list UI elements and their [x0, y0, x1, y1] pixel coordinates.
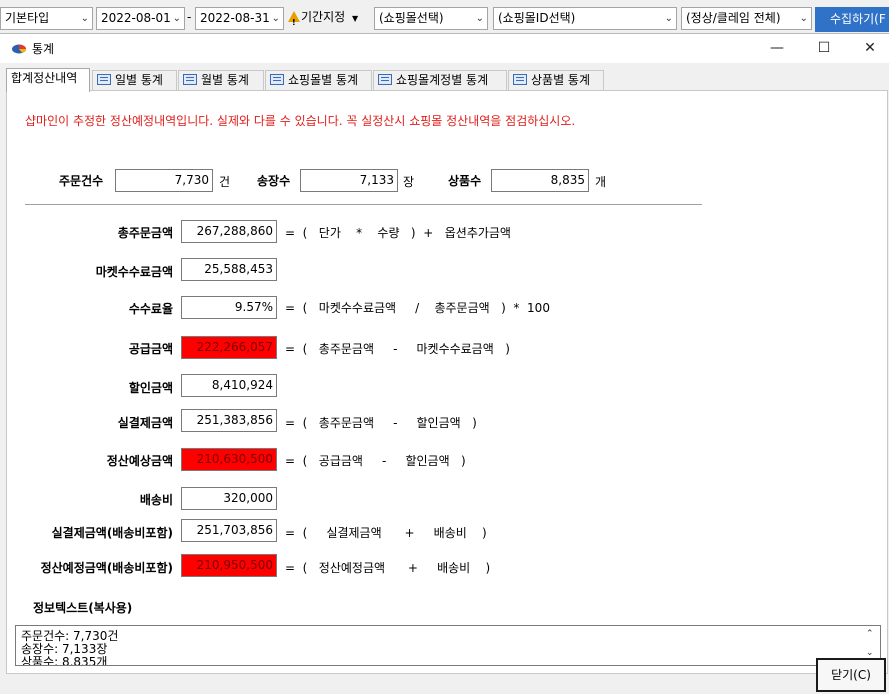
- table-icon: [378, 74, 392, 85]
- discount-amount-field[interactable]: 8,410,924: [181, 374, 277, 397]
- pie-chart-icon: [12, 44, 26, 54]
- products-count-label: 상품수: [448, 174, 482, 188]
- chevron-down-icon: ⌄: [271, 13, 280, 24]
- tab-monthly-stats[interactable]: 월별 통계: [178, 70, 264, 91]
- date-from-picker[interactable]: 2022-08-01 ⌄: [96, 7, 185, 30]
- status-select-value: (정상/클레임 전체): [686, 11, 781, 25]
- expected-settlement-field[interactable]: 210,630,500: [181, 448, 277, 471]
- info-text-area[interactable]: 주문건수: 7,730건 송장수: 7,133장 상품수: 8,835개 ⌃ ⌄: [15, 625, 881, 666]
- caret-down-icon: ▼: [352, 14, 359, 23]
- tab-label: 상품별 통계: [531, 73, 591, 87]
- market-fee-amount-label: 마켓수수료금액: [95, 265, 173, 279]
- tab-mall-stats[interactable]: 쇼핑몰별 통계: [265, 70, 372, 91]
- maximize-button[interactable]: ☐: [801, 34, 847, 63]
- close-button[interactable]: 닫기(C): [816, 658, 886, 692]
- fee-rate-formula: = ( 마켓수수료금액 / 총주문금액 ) * 100: [285, 301, 550, 315]
- tab-total-settlement[interactable]: 합계정산내역: [6, 68, 90, 92]
- table-icon: [513, 74, 527, 85]
- chevron-down-icon: ⌄: [172, 13, 181, 24]
- dialog-titlebar[interactable]: 통계 — ☐ ✕: [0, 34, 889, 63]
- orders-count-field[interactable]: 7,730: [115, 169, 213, 192]
- actual-payment-incl-shipping-label: 실결제금액(배송비포함): [51, 526, 173, 540]
- mall-id-select-value: (쇼핑몰ID선택): [498, 11, 576, 25]
- divider: [25, 204, 702, 206]
- scheduled-settlement-incl-shipping-field[interactable]: 210,950,500: [181, 554, 277, 577]
- tab-product-stats[interactable]: 상품별 통계: [508, 70, 604, 91]
- dialog-title: 통계: [32, 42, 55, 56]
- tab-label: 일별 통계: [115, 73, 163, 87]
- info-line: 주문건수: 7,730건: [21, 629, 119, 643]
- info-line: 상품수: 8,835개: [21, 655, 108, 666]
- statistics-dialog: 통계 — ☐ ✕ 합계정산내역 일별 통계 월별 통계 쇼핑몰별 통계 쇼핑몰계…: [0, 33, 889, 694]
- status-select[interactable]: (정상/클레임 전체) ⌄: [681, 7, 812, 30]
- date-from-value: 2022-08-01: [101, 11, 171, 25]
- range-button[interactable]: 기간지정 ▼: [285, 7, 361, 33]
- fee-rate-label: 수수료율: [128, 302, 173, 316]
- type-select[interactable]: 기본타입 ⌄: [0, 7, 93, 30]
- invoices-count-label: 송장수: [257, 174, 291, 188]
- scroll-up-icon[interactable]: ⌃: [866, 629, 874, 639]
- scheduled-settlement-incl-shipping-label: 정산예정금액(배송비포함): [40, 561, 173, 575]
- minimize-button[interactable]: —: [754, 34, 800, 63]
- estimate-notice: 샵마인이 추정한 정산예정내역입니다. 실제와 다를 수 있습니다. 꼭 실정산…: [25, 114, 576, 128]
- collect-button[interactable]: 수집하기(F: [815, 7, 889, 32]
- products-count-field[interactable]: 8,835: [491, 169, 589, 192]
- invoices-count-field[interactable]: 7,133: [300, 169, 398, 192]
- actual-payment-incl-shipping-field[interactable]: 251,703,856: [181, 519, 277, 542]
- expected-settlement-label: 정산예상금액: [106, 454, 173, 468]
- orders-count-label: 주문건수: [59, 174, 104, 188]
- type-select-value: 기본타입: [5, 11, 50, 25]
- range-button-label: 기간지정: [301, 10, 346, 24]
- table-icon: [270, 74, 284, 85]
- date-to-picker[interactable]: 2022-08-31 ⌄: [195, 7, 284, 30]
- warning-icon: [288, 11, 300, 33]
- products-count-unit: 개: [595, 175, 607, 189]
- mall-select-value: (쇼핑몰선택): [379, 11, 444, 25]
- shipping-fee-label: 배송비: [139, 493, 173, 507]
- tab-label: 합계정산내역: [11, 71, 78, 85]
- total-order-amount-formula: = ( 단가 * 수량 ) + 옵션추가금액: [285, 226, 511, 240]
- close-window-button[interactable]: ✕: [847, 34, 889, 63]
- chevron-down-icon: ⌄: [475, 13, 484, 24]
- total-order-amount-label: 총주문금액: [117, 226, 173, 240]
- total-order-amount-field[interactable]: 267,288,860: [181, 220, 277, 243]
- table-icon: [183, 74, 197, 85]
- info-text-label: 정보텍스트(복사용): [33, 601, 133, 615]
- actual-payment-incl-shipping-formula: = ( 실결제금액 + 배송비 ): [285, 526, 487, 540]
- fee-rate-field[interactable]: 9.57%: [181, 296, 277, 319]
- shipping-fee-field[interactable]: 320,000: [181, 487, 277, 510]
- chevron-down-icon: ⌄: [664, 13, 673, 24]
- info-line: 송장수: 7,133장: [21, 642, 108, 656]
- tab-mall-account-stats[interactable]: 쇼핑몰계정별 통계: [373, 70, 507, 91]
- market-fee-amount-field[interactable]: 25,588,453: [181, 258, 277, 281]
- settlement-panel: 샵마인이 추정한 정산예정내역입니다. 실제와 다를 수 있습니다. 꼭 실정산…: [6, 90, 888, 674]
- app-toolbar: 기본타입 ⌄ 2022-08-01 ⌄ - 2022-08-31 ⌄ 기간지정 …: [0, 0, 889, 34]
- actual-payment-formula: = ( 총주문금액 - 할인금액 ): [285, 416, 477, 430]
- expected-settlement-formula: = ( 공급금액 - 할인금액 ): [285, 454, 466, 468]
- scheduled-settlement-incl-shipping-formula: = ( 정산예정금액 + 배송비 ): [285, 561, 491, 575]
- actual-payment-field[interactable]: 251,383,856: [181, 409, 277, 432]
- chevron-down-icon: ⌄: [799, 13, 808, 24]
- tab-label: 월별 통계: [201, 73, 249, 87]
- tab-daily-stats[interactable]: 일별 통계: [92, 70, 177, 91]
- tab-label: 쇼핑몰계정별 통계: [396, 73, 489, 87]
- discount-amount-label: 할인금액: [128, 381, 173, 395]
- table-icon: [97, 74, 111, 85]
- actual-payment-label: 실결제금액: [117, 416, 173, 430]
- supply-amount-field[interactable]: 222,266,057: [181, 336, 277, 359]
- chevron-down-icon: ⌄: [80, 13, 89, 24]
- supply-amount-label: 공급금액: [128, 342, 173, 356]
- scroll-down-icon[interactable]: ⌄: [866, 648, 874, 658]
- supply-amount-formula: = ( 총주문금액 - 마켓수수료금액 ): [285, 342, 510, 356]
- invoices-count-unit: 장: [403, 175, 415, 189]
- mall-id-select[interactable]: (쇼핑몰ID선택) ⌄: [493, 7, 677, 30]
- tab-label: 쇼핑몰별 통계: [288, 73, 359, 87]
- orders-count-unit: 건: [219, 175, 231, 189]
- date-to-value: 2022-08-31: [200, 11, 270, 25]
- mall-select[interactable]: (쇼핑몰선택) ⌄: [374, 7, 488, 30]
- date-separator: -: [187, 10, 192, 24]
